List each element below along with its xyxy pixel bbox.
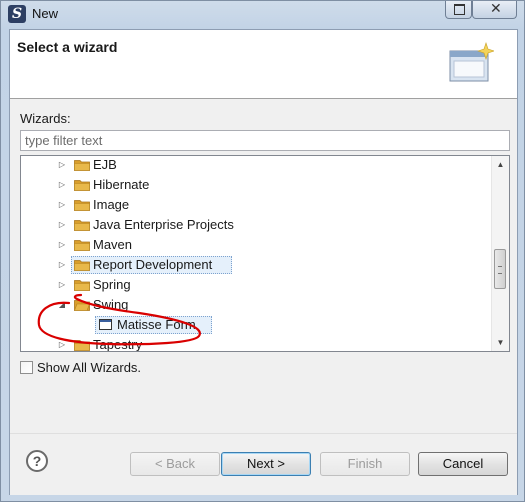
title-bar[interactable]: S New ✕ (1, 1, 524, 27)
folder-icon (74, 240, 90, 251)
tree-item-label: Hibernate (93, 177, 150, 192)
folder-icon (74, 300, 90, 311)
tree-item-label: EJB (93, 157, 117, 172)
wizards-label: Wizards: (20, 111, 71, 126)
form-icon (99, 319, 112, 330)
tree-item[interactable]: ▷ Maven (21, 235, 491, 255)
tree-item-label: Spring (93, 277, 131, 292)
wizard-body: Wizards: ▷ EJB ▷ Hibernate ▷ Image ▷ Java Enter… (10, 99, 517, 451)
expand-icon[interactable]: ▷ (57, 175, 67, 195)
folder-icon (74, 200, 90, 211)
tree-item-label: Matisse Form (117, 317, 196, 332)
next-button[interactable]: Next > (221, 452, 311, 476)
tree-item-label: Report Development (93, 257, 213, 272)
folder-icon (74, 260, 90, 271)
folder-icon (74, 220, 90, 231)
tree-item-label: Java Enterprise Projects (93, 217, 234, 232)
scroll-up-icon[interactable]: ▲ (492, 156, 509, 173)
tree-item[interactable]: ▷ Spring (21, 275, 491, 295)
tree-scrollbar[interactable]: ▲ ▼ (491, 156, 509, 351)
wizard-tree[interactable]: ▷ EJB ▷ Hibernate ▷ Image ▷ Java Enterprise Pro… (20, 155, 510, 352)
tree-item[interactable]: ▷ Tapestry (21, 335, 491, 352)
scroll-thumb[interactable] (494, 249, 506, 289)
expand-icon[interactable]: ▷ (57, 215, 67, 235)
tree-item[interactable]: ▷ Java Enterprise Projects (21, 215, 491, 235)
tree-item-label: Tapestry (93, 337, 143, 352)
tree-item[interactable]: ▷ Report Development (21, 255, 491, 275)
checkbox-box[interactable] (20, 361, 33, 374)
tree-item[interactable]: ▷ EJB (21, 156, 491, 175)
close-button[interactable]: ✕ (472, 1, 517, 19)
collapse-icon[interactable]: ◢ (57, 295, 67, 315)
tree-item-label: Swing (93, 297, 129, 312)
expand-icon[interactable]: ▷ (57, 195, 67, 215)
tree-item[interactable]: ◢ Swing (21, 295, 491, 315)
folder-icon (74, 340, 90, 351)
app-icon: S (8, 5, 26, 23)
close-icon: ✕ (490, 1, 502, 17)
page-title: Select a wizard (17, 39, 118, 55)
tree-item[interactable]: ▷ Image (21, 195, 491, 215)
help-icon[interactable]: ? (26, 450, 48, 472)
tree-item[interactable]: ▷ Hibernate (21, 175, 491, 195)
expand-icon[interactable]: ▷ (57, 235, 67, 255)
cancel-button[interactable]: Cancel (418, 452, 508, 476)
new-wizard-dialog: S New ✕ Select a wizard Wizards: ▷ EJB ▷ Hi… (0, 0, 525, 502)
tree-item[interactable]: Matisse Form (21, 315, 491, 335)
folder-icon (74, 180, 90, 191)
folder-icon (74, 160, 90, 171)
finish-button[interactable]: Finish (320, 452, 410, 476)
restore-button[interactable] (445, 1, 472, 19)
expand-icon[interactable]: ▷ (57, 156, 67, 175)
back-button[interactable]: < Back (130, 452, 220, 476)
show-all-label: Show All Wizards. (37, 360, 142, 375)
filter-input[interactable] (20, 130, 510, 151)
tree-item-label: Maven (93, 237, 133, 252)
wizard-banner-icon (449, 42, 494, 82)
button-bar: ? < Back Next > Finish Cancel (10, 433, 517, 495)
wizard-header: Select a wizard (10, 30, 517, 99)
expand-icon[interactable]: ▷ (57, 275, 67, 295)
window-title: New (32, 6, 59, 21)
expand-icon[interactable]: ▷ (57, 335, 67, 351)
tree-item-label: Image (93, 197, 130, 212)
scroll-down-icon[interactable]: ▼ (492, 334, 509, 351)
folder-icon (74, 280, 90, 291)
expand-icon[interactable]: ▷ (57, 255, 67, 275)
restore-icon (454, 4, 465, 15)
dialog-content: Select a wizard Wizards: ▷EJB▷Hibernate▷… (9, 29, 518, 495)
